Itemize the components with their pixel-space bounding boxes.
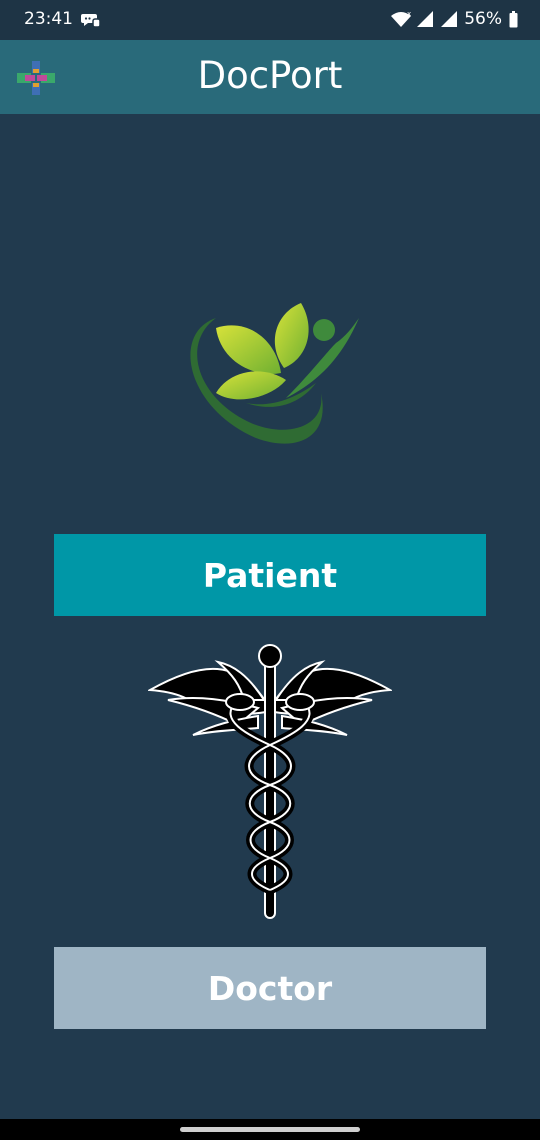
status-time: 23:41: [24, 9, 73, 29]
navigation-bar: [0, 1119, 540, 1140]
wifi-icon: x: [391, 10, 411, 27]
app-bar: DocPort: [0, 40, 540, 114]
patient-button[interactable]: Patient: [54, 534, 486, 616]
caduceus-icon: [148, 644, 392, 919]
doctor-button[interactable]: Doctor: [54, 947, 486, 1029]
battery-percentage: 56%: [464, 9, 502, 29]
signal-icon: [417, 11, 434, 27]
status-bar: 23:41 x 56%: [0, 0, 540, 40]
home-gesture-handle[interactable]: [180, 1127, 360, 1132]
app-title: DocPort: [197, 54, 343, 97]
signal-icon-2: [441, 11, 458, 27]
status-indicators: x 56%: [390, 9, 518, 29]
leaf-person-logo: [190, 303, 359, 444]
battery-icon: [509, 10, 518, 27]
svg-text:x: x: [407, 10, 411, 18]
chat-icon: [81, 14, 101, 28]
